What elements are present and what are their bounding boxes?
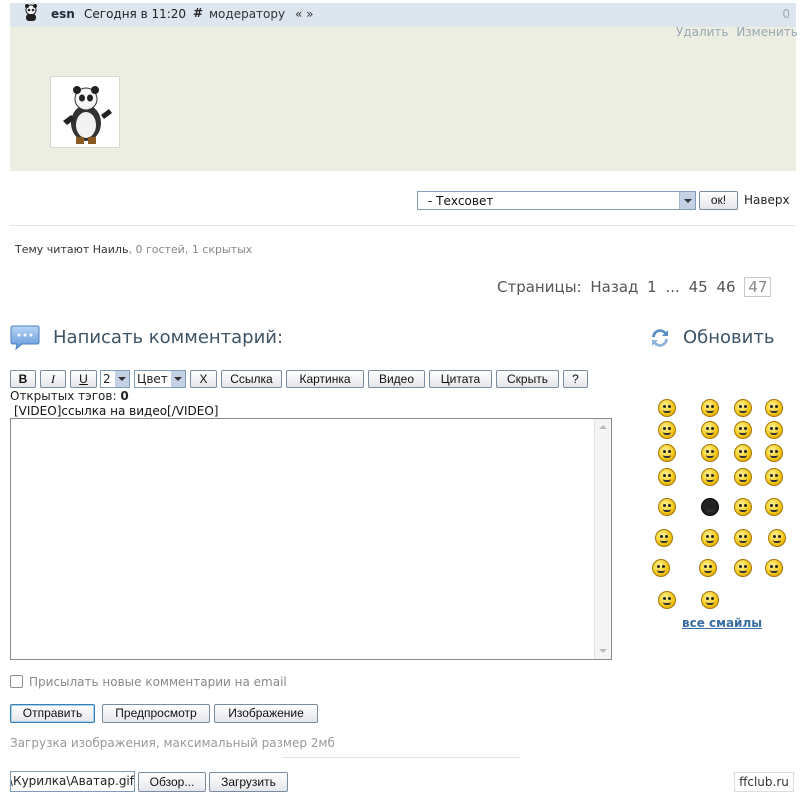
smiley-icon[interactable] bbox=[765, 444, 783, 462]
post-rating: 0 bbox=[782, 7, 790, 21]
smiley-icon[interactable] bbox=[655, 529, 673, 547]
smiley-icon[interactable] bbox=[765, 559, 783, 577]
preview-button[interactable]: Предпросмотр bbox=[102, 704, 210, 723]
quote-link[interactable]: « » bbox=[295, 7, 314, 21]
smiley-icon[interactable] bbox=[734, 421, 752, 439]
comment-title: Написать комментарий: bbox=[53, 327, 284, 348]
upload-button[interactable]: Загрузить bbox=[209, 772, 288, 792]
smiley-icon[interactable] bbox=[734, 444, 752, 462]
pagination: Страницы: Назад 1 ... 45 46 47 bbox=[497, 277, 775, 297]
smiley-icon[interactable] bbox=[734, 529, 752, 547]
smiley-icon[interactable] bbox=[701, 444, 719, 462]
insert-quote-button[interactable]: Цитата bbox=[429, 370, 492, 388]
smiley-icon[interactable] bbox=[765, 399, 783, 417]
italic-button[interactable]: I bbox=[40, 370, 66, 388]
smiley-icon[interactable] bbox=[658, 591, 676, 609]
pagination-label: Страницы: bbox=[497, 278, 582, 296]
comment-textarea[interactable] bbox=[10, 418, 612, 660]
smiley-icon[interactable] bbox=[701, 591, 719, 609]
insert-link-button[interactable]: Ссылка bbox=[221, 370, 282, 388]
page-link[interactable]: 46 bbox=[716, 278, 735, 296]
open-tags-count: 0 bbox=[120, 389, 129, 403]
post-permalink[interactable]: # bbox=[193, 6, 203, 20]
smiley-icon[interactable] bbox=[652, 559, 670, 577]
smiley-icon[interactable] bbox=[765, 498, 783, 516]
report-to-moderator-link[interactable]: модератору bbox=[209, 7, 285, 21]
underline-button[interactable]: U bbox=[70, 370, 97, 388]
page-current: 47 bbox=[744, 277, 772, 297]
insert-video-button[interactable]: Видео bbox=[368, 370, 425, 388]
post-body bbox=[10, 27, 796, 171]
all-smileys-link[interactable]: все смайлы bbox=[682, 616, 762, 630]
tag-hint: [VIDEO]ссылка на видео[/VIDEO] bbox=[14, 404, 219, 418]
smiley-icon[interactable] bbox=[658, 468, 676, 486]
chevron-down-icon[interactable] bbox=[171, 371, 185, 387]
page-link[interactable]: 45 bbox=[689, 278, 708, 296]
forum-select-value: - Техсовет bbox=[428, 194, 494, 208]
reader-user-link[interactable]: Наиль bbox=[93, 243, 129, 256]
forum-select[interactable]: - Техсовет bbox=[417, 191, 696, 210]
smiley-icon[interactable] bbox=[658, 498, 676, 516]
chevron-down-icon[interactable] bbox=[115, 371, 129, 387]
smiley-icon[interactable] bbox=[701, 498, 719, 516]
delete-post-link[interactable]: Удалить bbox=[676, 25, 729, 39]
refresh-icon[interactable] bbox=[648, 326, 672, 350]
panda-image-icon bbox=[63, 86, 112, 144]
page-ellipsis: ... bbox=[665, 278, 680, 296]
post-time: Сегодня в 11:20 bbox=[84, 7, 187, 21]
smiley-icon[interactable] bbox=[701, 468, 719, 486]
smiley-icon[interactable] bbox=[734, 559, 752, 577]
email-notify-label[interactable]: Присылать новые комментарии на email bbox=[29, 675, 287, 689]
speech-bubble-icon bbox=[10, 325, 40, 350]
smiley-icon[interactable] bbox=[734, 399, 752, 417]
open-tags: Открытых тэгов: 0 bbox=[10, 389, 129, 403]
post-author[interactable]: esn bbox=[51, 7, 75, 21]
insert-picture-button[interactable]: Картинка bbox=[286, 370, 364, 388]
post-image[interactable] bbox=[50, 76, 120, 148]
font-size-select[interactable]: 2 bbox=[100, 370, 130, 388]
font-size-value: 2 bbox=[103, 372, 111, 386]
open-tags-label: Открытых тэгов: bbox=[10, 389, 117, 403]
panda-avatar-icon[interactable] bbox=[22, 4, 40, 22]
help-button[interactable]: ? bbox=[563, 370, 588, 388]
to-top-link[interactable]: Наверх bbox=[744, 193, 790, 207]
file-path-input[interactable]: C:\Картинки\Курилка\Аватар.gif" bbox=[10, 771, 135, 792]
font-color-select[interactable]: Цвет bbox=[134, 370, 186, 388]
page-link[interactable]: 1 bbox=[647, 278, 657, 296]
post-actions: Удалить Изменить bbox=[672, 25, 798, 39]
smiley-icon[interactable] bbox=[658, 399, 676, 417]
topic-readers: Тему читают Наиль, 0 гостей, 1 скрытых bbox=[15, 243, 252, 256]
font-color-value: Цвет bbox=[137, 372, 168, 386]
image-button[interactable]: Изображение bbox=[214, 704, 318, 723]
divider bbox=[10, 225, 796, 226]
browse-button[interactable]: Обзор... bbox=[138, 772, 206, 792]
go-button[interactable]: ок! bbox=[699, 191, 738, 210]
strike-button[interactable]: X bbox=[190, 370, 217, 388]
smiley-icon[interactable] bbox=[734, 498, 752, 516]
textarea-scrollbar[interactable] bbox=[594, 419, 611, 659]
smiley-icon[interactable] bbox=[765, 421, 783, 439]
smiley-icon[interactable] bbox=[734, 468, 752, 486]
smiley-icon[interactable] bbox=[699, 559, 717, 577]
email-notify-checkbox[interactable] bbox=[10, 675, 23, 688]
divider bbox=[282, 757, 520, 758]
smiley-icon[interactable] bbox=[765, 468, 783, 486]
readers-guests: , 0 гостей, 1 скрытых bbox=[128, 243, 253, 256]
smiley-icon[interactable] bbox=[658, 444, 676, 462]
smiley-icon[interactable] bbox=[658, 421, 676, 439]
chevron-down-icon[interactable] bbox=[679, 192, 695, 209]
refresh-link[interactable]: Обновить bbox=[683, 327, 774, 348]
smiley-icon[interactable] bbox=[768, 529, 786, 547]
page-back-link[interactable]: Назад bbox=[590, 278, 638, 296]
send-button[interactable]: Отправить bbox=[10, 704, 95, 723]
bold-button[interactable]: B bbox=[10, 370, 36, 388]
readers-prefix: Тему читают bbox=[15, 243, 90, 256]
hide-text-button[interactable]: Скрыть bbox=[496, 370, 559, 388]
site-watermark: ffclub.ru bbox=[734, 772, 794, 792]
upload-note: Загрузка изображения, максимальный разме… bbox=[10, 736, 335, 750]
smiley-icon[interactable] bbox=[701, 399, 719, 417]
smiley-icon[interactable] bbox=[701, 529, 719, 547]
edit-post-link[interactable]: Изменить bbox=[736, 25, 798, 39]
smiley-icon[interactable] bbox=[701, 421, 719, 439]
